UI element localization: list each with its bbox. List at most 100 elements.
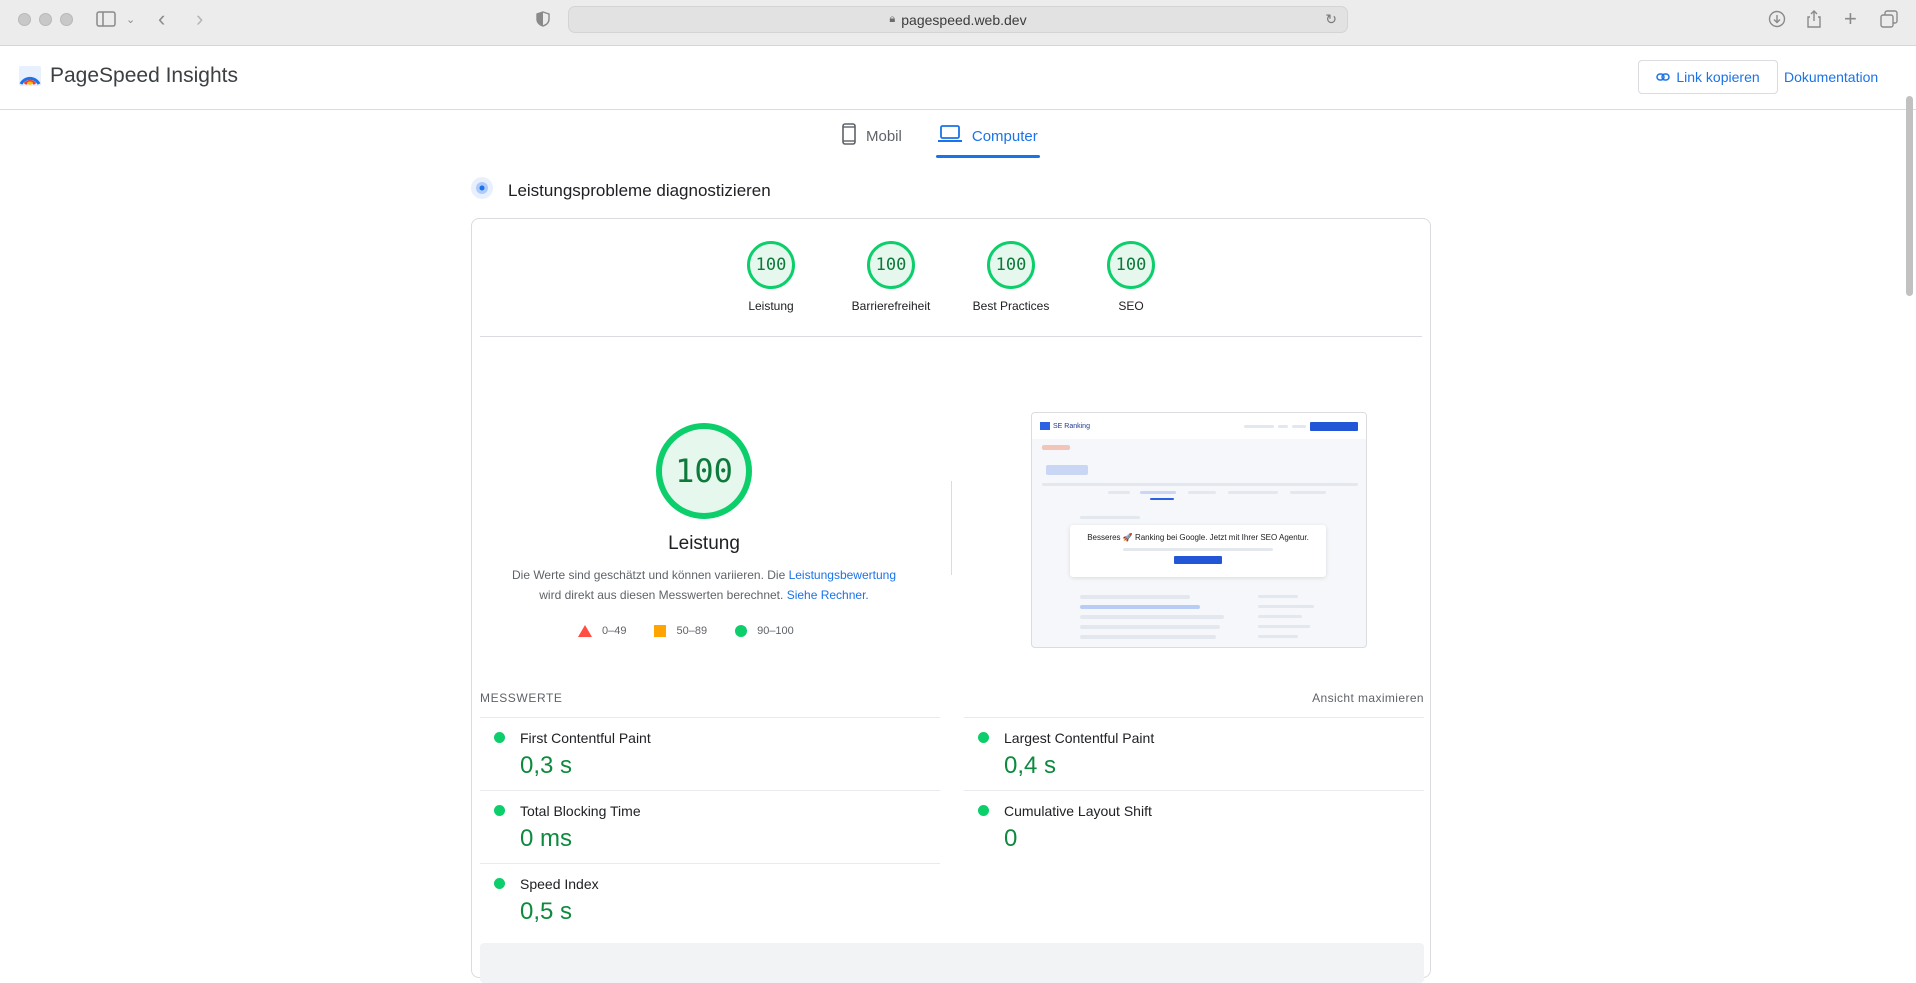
page-scrollbar[interactable] (1902, 92, 1916, 972)
gauge-label: Leistung (748, 299, 794, 313)
privacy-shield-icon[interactable] (536, 9, 550, 29)
metrics-heading: MESSWERTE (480, 691, 563, 705)
scrollbar-thumb[interactable] (1906, 96, 1913, 296)
tab-label: Computer (971, 127, 1038, 145)
back-arrow-icon[interactable]: ‹ (158, 6, 165, 31)
share-icon[interactable] (1806, 9, 1822, 29)
screenshot-brand: SE Ranking (1040, 422, 1090, 430)
pass-indicator-icon (494, 805, 505, 816)
screenshot-placeholder (1258, 605, 1314, 608)
metric-first-contentful-paint: First Contentful Paint 0,3 s (480, 717, 940, 790)
expand-view-toggle[interactable]: Ansicht maximieren (1312, 691, 1424, 705)
screenshot-placeholder (1080, 615, 1224, 619)
screenshot-placeholder (1258, 615, 1302, 618)
url-text: pagespeed.web.dev (901, 11, 1027, 28)
forward-arrow-icon[interactable]: › (196, 6, 203, 31)
device-tabs: Mobil Computer (840, 118, 1040, 158)
copy-link-button[interactable]: Link kopieren (1638, 60, 1778, 94)
download-icon[interactable] (1768, 9, 1786, 29)
screenshot-placeholder (1150, 498, 1174, 500)
metric-speed-index: Speed Index 0,5 s (480, 863, 940, 936)
screenshot-placeholder (1080, 625, 1220, 629)
gauge-best-practices[interactable]: 100 Best Practices (951, 241, 1071, 313)
metric-total-blocking-time: Total Blocking Time 0 ms (480, 790, 940, 863)
screenshot-placeholder (1140, 491, 1176, 494)
screenshot-placeholder (1042, 445, 1070, 450)
gauge-label: Best Practices (972, 299, 1050, 313)
metric-value: 0,4 s (1004, 752, 1057, 779)
gauge-seo[interactable]: 100 SEO (1071, 241, 1191, 313)
chevron-down-icon[interactable]: ⌄ (126, 9, 135, 29)
tab-label: Mobil (866, 127, 902, 145)
performance-score-link[interactable]: Leistungsbewertung (789, 568, 896, 582)
square-icon (654, 625, 667, 637)
metric-name: First Contentful Paint (520, 730, 651, 746)
vertical-divider (951, 481, 952, 575)
report-card: 100 Leistung 100 Barrierefreiheit 100 Be… (471, 218, 1432, 983)
screenshot-placeholder (1080, 605, 1200, 609)
pass-indicator-icon (494, 732, 505, 743)
final-screenshot[interactable]: SE Ranking Besseres 🚀 Ranking bei Google… (1031, 412, 1367, 648)
metric-cumulative-layout-shift: Cumulative Layout Shift 0 (964, 790, 1424, 863)
pass-indicator-icon (978, 732, 989, 743)
screenshot-popup-button (1174, 556, 1222, 564)
screenshot-placeholder (1080, 516, 1140, 519)
reload-icon[interactable]: ↻ (1325, 11, 1337, 28)
screenshot-placeholder (1080, 595, 1190, 599)
metrics-header: MESSWERTE Ansicht maximieren (480, 691, 1424, 705)
screenshot-popup-title: Besseres 🚀 Ranking bei Google. Jetzt mit… (1087, 533, 1309, 542)
gauge-label: Barrierefreiheit (851, 299, 931, 313)
window-controls[interactable] (18, 13, 73, 26)
category-gauges: 100 Leistung 100 Barrierefreiheit 100 Be… (472, 241, 1432, 337)
metric-filmstrip-placeholder (480, 943, 1424, 983)
gauge-leistung[interactable]: 100 Leistung (711, 241, 831, 313)
screenshot-placeholder (1108, 491, 1130, 494)
screenshot-placeholder (1046, 465, 1088, 475)
screenshot-placeholder (1228, 491, 1278, 494)
tab-overview-icon[interactable] (1880, 9, 1898, 29)
screenshot-navbar: SE Ranking (1032, 413, 1366, 439)
address-bar[interactable]: 🔒︎ pagespeed.web.dev ↻ (568, 6, 1348, 33)
metric-value: 0,3 s (520, 752, 573, 779)
lock-icon: 🔒︎ (889, 13, 896, 25)
calculator-link[interactable]: Siehe Rechner. (787, 588, 869, 602)
phone-icon (842, 123, 856, 149)
performance-note: Die Werte sind geschätzt und können vari… (504, 565, 904, 605)
triangle-icon (578, 625, 592, 637)
metric-value: 0 (1004, 825, 1018, 852)
minimize-window-button[interactable] (39, 13, 52, 26)
new-tab-icon[interactable]: + (1844, 6, 1857, 31)
gauge-score: 100 (1107, 241, 1155, 289)
close-window-button[interactable] (18, 13, 31, 26)
sidebar-toggle-icon[interactable] (96, 9, 116, 29)
screenshot-placeholder (1258, 595, 1298, 598)
legend-range: 90–100 (757, 625, 794, 637)
diagnose-heading: Leistungsprobleme diagnostizieren (470, 176, 771, 205)
documentation-link[interactable]: Dokumentation (1784, 60, 1878, 94)
link-icon (1656, 69, 1671, 85)
metric-value: 0 ms (520, 825, 573, 852)
screenshot-placeholder (1258, 625, 1310, 628)
laptop-icon (937, 125, 962, 147)
performance-label: Leistung (668, 533, 740, 554)
psi-logo[interactable]: PageSpeed Insights (18, 64, 238, 88)
lab-data-icon (470, 176, 494, 205)
gauge-barrierefreiheit[interactable]: 100 Barrierefreiheit (831, 241, 951, 313)
pass-indicator-icon (494, 878, 505, 889)
copy-link-label: Link kopieren (1676, 69, 1760, 85)
screenshot-nav (1244, 421, 1358, 431)
screenshot-placeholder (1290, 491, 1326, 494)
app-title: PageSpeed Insights (50, 64, 238, 87)
note-text: wird direkt aus diesen Messwerten berech… (539, 588, 787, 602)
tab-mobil[interactable]: Mobil (840, 118, 904, 154)
legend-pass: 90–100 (735, 625, 794, 637)
gauge-score: 100 (987, 241, 1035, 289)
diagnose-title: Leistungsprobleme diagnostizieren (508, 180, 771, 200)
gauge-score: 100 (747, 241, 795, 289)
screenshot-placeholder (1258, 635, 1298, 638)
tab-computer[interactable]: Computer (935, 118, 1040, 158)
legend-range: 50–89 (676, 625, 708, 637)
zoom-window-button[interactable] (60, 13, 73, 26)
divider (480, 336, 1422, 337)
metric-name: Speed Index (520, 876, 599, 892)
